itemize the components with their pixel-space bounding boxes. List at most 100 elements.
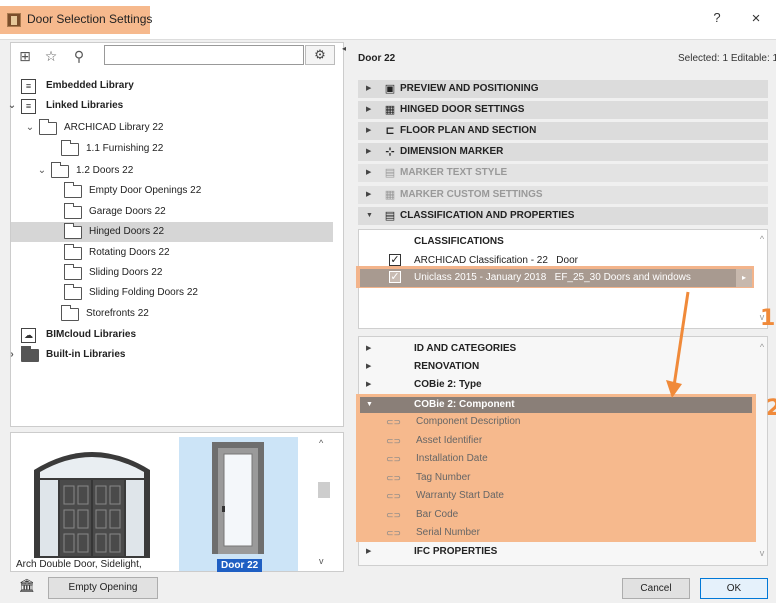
preview-label-arch-door[interactable]: Arch Double Door, Sidelight, — [16, 559, 142, 570]
property-field-icon: ⊂⊃ — [386, 417, 402, 427]
close-button[interactable]: × — [746, 10, 766, 30]
library-icon: ≡ — [21, 99, 36, 114]
section-header[interactable]: ▶ ⊹ DIMENSION MARKER — [358, 143, 768, 161]
annotation-number-1: 1 — [760, 306, 776, 331]
chevron-right-icon[interactable]: › — [7, 345, 17, 365]
chevron-down-icon[interactable]: ⌄ — [25, 118, 35, 138]
folder-icon — [51, 162, 69, 178]
preview-label-door-22[interactable]: Door 22 — [217, 559, 263, 572]
search-icon[interactable]: ⚲ — [70, 47, 88, 65]
folder-icon — [61, 305, 79, 321]
tree-item-label: Empty Door Openings 22 — [89, 185, 202, 196]
folder-icon — [64, 244, 82, 260]
tree-item[interactable]: Rotating Doors 22 — [11, 243, 333, 263]
tree-item-label: Garage Doors 22 — [89, 206, 166, 217]
tree-item[interactable]: Hinged Doors 22 — [11, 222, 333, 242]
tree-item[interactable]: Storefronts 22 — [11, 304, 333, 324]
property-field-icon: ⊂⊃ — [386, 509, 402, 520]
classification-system: Uniclass 2015 - January 2018 — [414, 272, 547, 283]
classification-value: Door — [556, 255, 578, 266]
panel-collapse-icon[interactable]: ◂ — [342, 44, 346, 53]
chevron-down-icon[interactable]: ⌄ — [7, 96, 17, 116]
classification-checkbox-1[interactable]: ✓ — [389, 254, 401, 266]
tree-item[interactable]: Empty Door Openings 22 — [11, 181, 333, 201]
properties-scroll-down[interactable]: v — [756, 548, 768, 558]
tree-item[interactable]: Garage Doors 22 — [11, 202, 333, 222]
window-title: Door Selection Settings — [27, 12, 153, 26]
section-label: MARKER TEXT STYLE — [400, 167, 508, 178]
classification-value: EF_25_30 Doors and windows — [554, 272, 691, 283]
classification-system: ARCHICAD Classification - 22 — [414, 255, 548, 266]
hierarchy-view-icon[interactable]: ⊞ — [16, 47, 34, 65]
property-field-icon: ⊂⊃ — [386, 472, 402, 483]
property-group[interactable]: ▶ IFC PROPERTIES — [366, 543, 746, 561]
property-field-icon: ⊂⊃ — [386, 528, 402, 538]
cancel-button[interactable]: Cancel — [622, 578, 690, 599]
tree-item[interactable]: ☁ BIMcloud Libraries — [11, 325, 333, 345]
library-manager-icon[interactable]: 🏛 — [12, 575, 42, 597]
arch-double-door-thumbnail[interactable] — [30, 440, 154, 558]
property-group-label: IFC PROPERTIES — [414, 546, 498, 557]
settings-gear-icon[interactable]: ⚙ — [305, 45, 335, 65]
property-field-icon: ⊂⊃ — [386, 435, 402, 446]
tree-item-label: Hinged Doors 22 — [89, 226, 165, 237]
preview-scrollbar[interactable]: ^ v — [316, 438, 332, 568]
help-button[interactable]: ? — [707, 10, 727, 30]
expand-arrow-right-icon: ▶ — [366, 169, 372, 176]
section-header[interactable]: ▶ ▦ HINGED DOOR SETTINGS — [358, 101, 768, 119]
properties-scroll-up[interactable]: ^ — [756, 342, 768, 352]
classification-row-uniclass-text: Uniclass 2015 - January 2018 EF_25_30 Do… — [414, 272, 691, 283]
property-group-label: COBie 2: Type — [414, 379, 482, 390]
expand-arrow-right-icon: ▶ — [366, 106, 372, 113]
section-header: ▶ ▦ MARKER CUSTOM SETTINGS — [358, 186, 768, 204]
tree-item[interactable]: Sliding Folding Doors 22 — [11, 283, 333, 303]
preview-positioning-icon: ▣ — [384, 83, 396, 95]
tree-item[interactable]: ≡ Embedded Library — [11, 76, 333, 96]
ok-button[interactable]: OK — [700, 578, 768, 599]
empty-opening-button[interactable]: Empty Opening — [48, 577, 158, 599]
classification-icon: ▤ — [384, 210, 396, 222]
section-header[interactable]: ▼ ▤ CLASSIFICATION AND PROPERTIES — [358, 207, 768, 225]
preview-scrollbar-thumb[interactable] — [318, 482, 330, 498]
cobie-field-label: Serial Number — [416, 527, 480, 538]
bimcloud-icon: ☁ — [21, 328, 36, 343]
tree-item[interactable]: ⌄ 1.2 Doors 22 — [11, 161, 333, 181]
annotation-arrow — [666, 291, 690, 398]
tree-item-label: Built-in Libraries — [46, 349, 126, 360]
classification-picker-button[interactable]: ▸ — [736, 269, 752, 287]
chevron-down-icon[interactable]: ⌄ — [37, 161, 47, 181]
section-header[interactable]: ▶ ⊏ FLOOR PLAN AND SECTION — [358, 122, 768, 140]
section-label: HINGED DOOR SETTINGS — [400, 104, 525, 115]
folder-icon — [64, 182, 82, 198]
classifications-header: CLASSIFICATIONS — [414, 236, 504, 247]
favorites-star-icon[interactable]: ☆ — [42, 47, 60, 65]
classification-row-archicad[interactable]: ARCHICAD Classification - 22 Door — [414, 255, 578, 266]
classification-scroll-up[interactable]: ^ — [756, 234, 768, 244]
tree-item[interactable]: ⌄ ≡ Linked Libraries — [8, 96, 333, 116]
section-label: FLOOR PLAN AND SECTION — [400, 125, 537, 136]
folder-icon — [39, 119, 57, 135]
expand-arrow-right-icon: ▶ — [366, 127, 372, 134]
hinged-door-icon: ▦ — [384, 104, 396, 116]
folder-icon — [21, 346, 39, 362]
floor-plan-icon: ⊏ — [385, 125, 395, 137]
tree-item[interactable]: 1.1 Furnishing 22 — [11, 139, 333, 159]
folder-icon — [64, 203, 82, 219]
cobie-field-label: Bar Code — [416, 508, 459, 520]
classification-checkbox-2[interactable]: ✓ — [389, 271, 401, 283]
tree-item[interactable]: Sliding Doors 22 — [11, 263, 333, 283]
tree-item-label: Linked Libraries — [46, 100, 124, 111]
cobie-field-label: Tag Number — [416, 471, 471, 483]
expand-arrow-right-icon: ▶ — [366, 148, 372, 155]
section-label: DIMENSION MARKER — [400, 146, 504, 157]
section-header[interactable]: ▶ ▣ PREVIEW AND POSITIONING — [358, 80, 768, 98]
library-icon: ≡ — [21, 79, 36, 94]
search-input[interactable] — [104, 45, 304, 65]
section-label: PREVIEW AND POSITIONING — [400, 83, 539, 94]
property-group-label: RENOVATION — [414, 361, 480, 372]
door-22-thumbnail[interactable] — [210, 440, 266, 556]
tree-item-label: 1.1 Furnishing 22 — [86, 143, 164, 154]
cobie-field-label: Warranty Start Date — [416, 490, 504, 501]
tree-item[interactable]: ⌄ ARCHICAD Library 22 — [11, 118, 333, 138]
tree-item[interactable]: › Built-in Libraries — [10, 345, 333, 365]
